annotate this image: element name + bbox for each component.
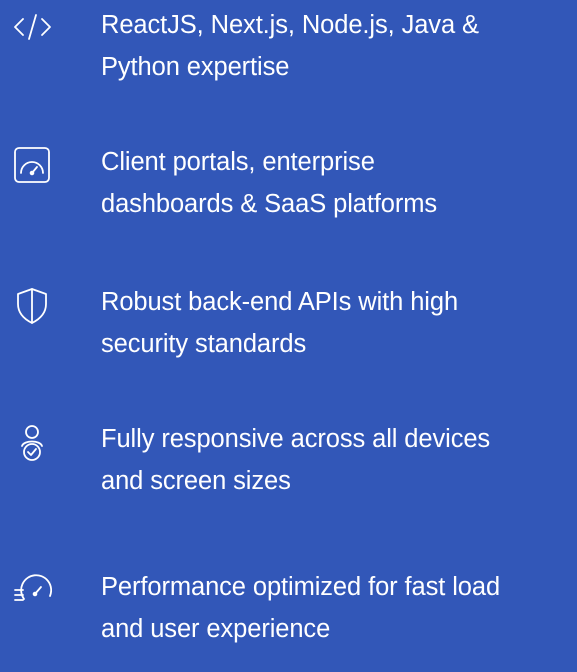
feature-text-line-1: ReactJS, Next.js, Node.js, Java & [101,11,479,39]
speedometer-icon [14,572,52,610]
feature-text-line-1: Robust back-end APIs with high [101,288,459,316]
feature-item-security: Robust back-end APIs with high security … [0,287,577,387]
shield-icon [14,287,52,325]
feature-text-line-1: Fully responsive across all devices [101,425,491,453]
feature-text: Performance optimized for fast load and … [101,566,577,650]
feature-text-line-2: dashboards & SaaS platforms [101,190,438,218]
feature-text: Robust back-end APIs with high security … [101,281,577,365]
user-check-icon [14,424,52,462]
code-icon [14,10,52,48]
feature-item-tech-stack: ReactJS, Next.js, Node.js, Java & Python… [0,10,577,110]
feature-list: ReactJS, Next.js, Node.js, Java & Python… [0,0,577,652]
feature-text-line-1: Client portals, enterprise [101,148,375,176]
feature-text-line-2: and screen sizes [101,467,291,495]
feature-text: Client portals, enterprise dashboards & … [101,141,577,225]
dashboard-gauge-icon [14,147,52,185]
feature-item-performance: Performance optimized for fast load and … [0,572,577,672]
feature-text-line-2: and user experience [101,615,331,643]
feature-text-line-2: security standards [101,330,307,358]
feature-text: Fully responsive across all devices and … [101,418,577,502]
feature-item-portals: Client portals, enterprise dashboards & … [0,147,577,247]
feature-text-line-2: Python expertise [101,53,290,81]
feature-text-line-1: Performance optimized for fast load [101,573,501,601]
feature-item-responsive: Fully responsive across all devices and … [0,424,577,524]
feature-text: ReactJS, Next.js, Node.js, Java & Python… [101,4,577,88]
